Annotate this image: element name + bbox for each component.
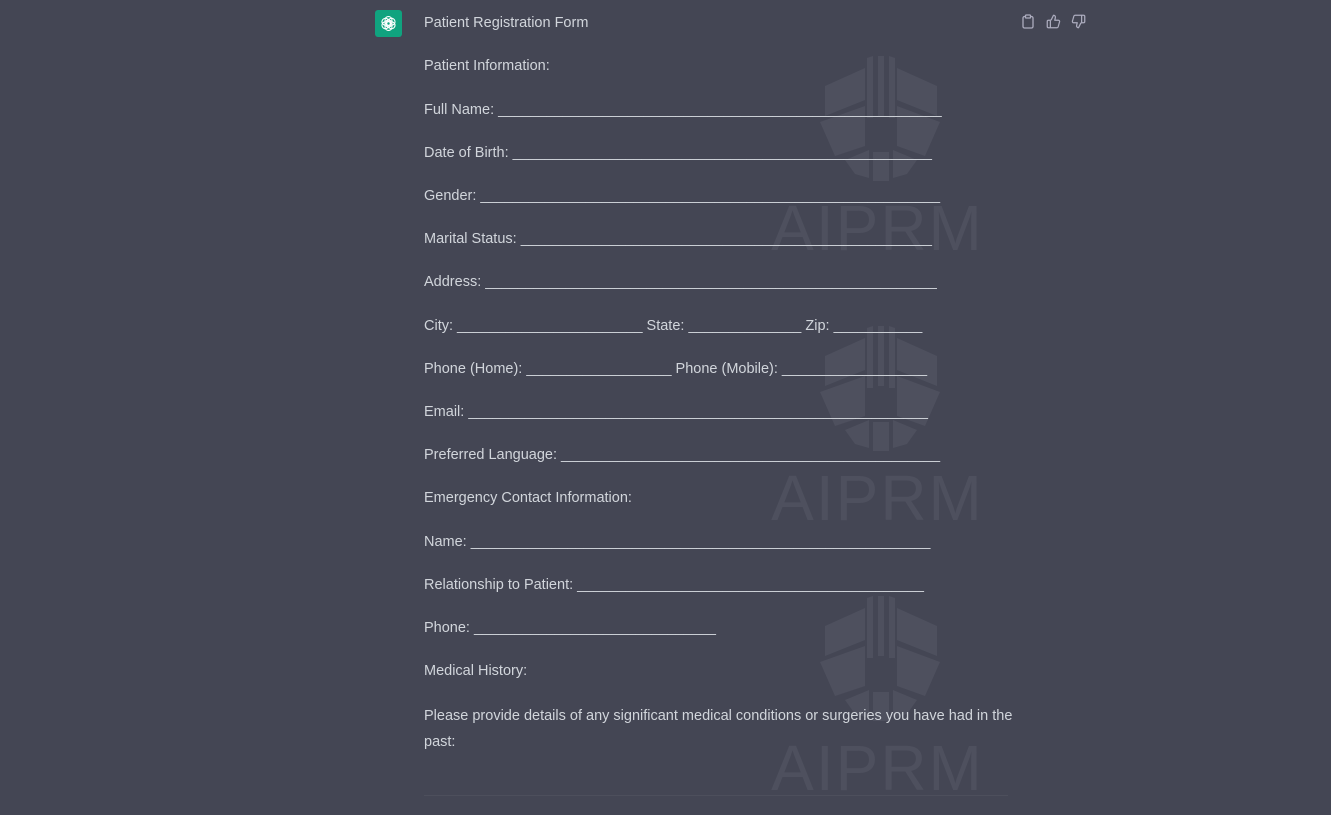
form-line: City: _______________________ State: ___… xyxy=(424,318,923,334)
message-actions xyxy=(1020,12,1086,30)
message-title: Patient Registration Form xyxy=(424,15,589,31)
form-line: Name: __________________________________… xyxy=(424,534,931,550)
section-heading: Medical History: xyxy=(424,663,528,679)
section-heading: Emergency Contact Information: xyxy=(424,490,632,506)
copy-button[interactable] xyxy=(1020,12,1036,30)
watermark-text: AIPRM xyxy=(771,462,984,534)
form-line: Full Name: _____________________________… xyxy=(424,102,942,118)
thumbs-down-icon xyxy=(1071,14,1085,28)
like-button[interactable] xyxy=(1045,12,1061,30)
form-line: Address: _______________________________… xyxy=(424,274,937,290)
assistant-avatar xyxy=(375,10,402,37)
watermark-logo-icon xyxy=(820,326,940,451)
form-line: Gender: ________________________________… xyxy=(424,188,941,204)
message-paragraph: Please provide details of any significan… xyxy=(424,708,1013,750)
dislike-button[interactable] xyxy=(1070,12,1086,30)
message-divider xyxy=(424,795,1008,796)
watermark: AIPRM xyxy=(765,596,990,800)
section-heading: Patient Information: xyxy=(424,58,550,74)
thumbs-up-icon xyxy=(1046,14,1060,28)
form-line: Phone (Home): __________________ Phone (… xyxy=(424,361,928,377)
form-line: Email: _________________________________… xyxy=(424,404,928,420)
form-line: Marital Status: ________________________… xyxy=(424,231,932,247)
openai-logo-icon xyxy=(381,15,396,32)
form-line: Relationship to Patient: _______________… xyxy=(424,577,924,593)
form-line: Preferred Language: ____________________… xyxy=(424,447,941,463)
form-line: Date of Birth: _________________________… xyxy=(424,145,932,161)
form-line: Phone: ______________________________ xyxy=(424,620,716,636)
watermark: AIPRM xyxy=(765,326,990,530)
clipboard-icon xyxy=(1022,13,1034,29)
